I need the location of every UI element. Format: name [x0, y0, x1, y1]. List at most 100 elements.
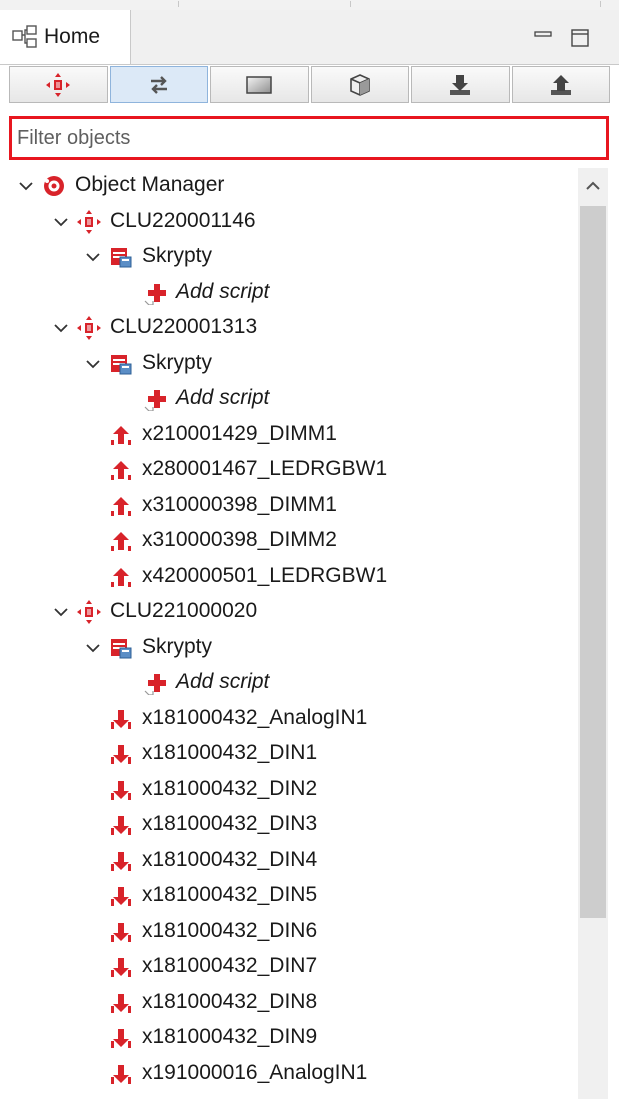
tree-row[interactable]: CLU220001313: [0, 310, 577, 346]
tree-row[interactable]: x310000398_DIMM1: [0, 488, 577, 524]
input-module-icon: [111, 1029, 131, 1048]
tree-item-label: Add script: [176, 670, 270, 693]
chevron-down-icon[interactable]: [53, 604, 69, 620]
top-strip-divider: [178, 1, 179, 7]
add-script-icon: [144, 674, 166, 695]
tree-row[interactable]: Add script: [0, 665, 577, 701]
scroll-up-arrow-icon[interactable]: [585, 180, 601, 192]
tree-row[interactable]: x181000432_DIN9: [0, 1020, 577, 1056]
tree-item-label: Skrypty: [142, 350, 213, 374]
tree-item-label: x181000432_DIN6: [142, 918, 318, 942]
chevron-down-icon[interactable]: [85, 640, 101, 656]
tree-row[interactable]: x181000432_DIN1: [0, 736, 577, 772]
clu-icon: [46, 72, 71, 97]
output-module-icon: [111, 567, 131, 587]
input-filter-button[interactable]: [411, 66, 510, 103]
tree-item-label: x181000432_DIN1: [142, 741, 318, 764]
tree-row[interactable]: x310000398_DIMM2: [0, 523, 577, 559]
tree-row[interactable]: Skrypty: [0, 239, 577, 275]
tree-item-label: Skrypty: [142, 634, 213, 658]
scripts-folder-icon: [111, 638, 132, 658]
chevron-down-icon[interactable]: [53, 214, 69, 230]
tree-row[interactable]: x181000432_DIN5: [0, 878, 577, 914]
tree-item-label: x191000016_AnalogIN1: [142, 1060, 368, 1084]
top-strip-divider: [350, 1, 351, 7]
tree-row[interactable]: x181000432_DIN4: [0, 843, 577, 879]
clu-icon: [77, 209, 101, 234]
tree-item-label: Add script: [176, 386, 270, 409]
tree-row[interactable]: x181000432_DIN2: [0, 772, 577, 808]
chevron-down-icon[interactable]: [85, 249, 101, 265]
transfer-filter-button[interactable]: [109, 66, 208, 103]
tree-row[interactable]: CLU220001146: [0, 204, 577, 240]
view-tab-bar: Home: [0, 10, 619, 65]
tree-row[interactable]: Add script: [0, 381, 577, 417]
tree-item-label: x181000432_AnalogIN1: [142, 705, 368, 729]
home-tree-icon: [12, 25, 37, 48]
output-module-icon: [111, 532, 131, 551]
tree-item-label: x310000398_DIMM1: [142, 492, 337, 516]
chevron-down-icon[interactable]: [85, 356, 101, 372]
output-module-icon: [111, 461, 131, 480]
input-module-icon: [111, 816, 131, 835]
tree-item-label: Object Manager: [75, 173, 225, 196]
upload-arrow-icon: [550, 74, 571, 95]
tree-row[interactable]: x181000432_DIN3: [0, 807, 577, 843]
input-module-icon: [111, 745, 131, 764]
cube-icon: [349, 73, 370, 96]
tree-row[interactable]: Add script: [0, 275, 577, 311]
module-filter-button[interactable]: [310, 66, 409, 103]
tree-row[interactable]: x181000432_DIN7: [0, 949, 577, 985]
tree-item-label: x181000432_DIN8: [142, 989, 318, 1013]
tree-item-label: x181000432_DIN5: [142, 883, 318, 906]
tree-row[interactable]: x280001467_LEDRGBW1: [0, 452, 577, 488]
scripts-folder-icon: [111, 248, 132, 268]
scrollbar-thumb[interactable]: [580, 206, 606, 918]
tree-item-label: CLU221000020: [110, 599, 258, 622]
chevron-down-icon[interactable]: [18, 178, 34, 194]
filter-objects-input[interactable]: [12, 122, 599, 154]
panel-icon: [246, 75, 272, 94]
tree-item-label: CLU220001313: [110, 315, 258, 338]
output-filter-button[interactable]: [511, 66, 610, 103]
tree-item-label: x181000432_DIN2: [142, 776, 318, 800]
clu-icon: [77, 600, 101, 624]
tree-row[interactable]: x181000432_DIN6: [0, 914, 577, 950]
tree-row[interactable]: x181000432_AnalogIN1: [0, 701, 577, 737]
output-module-icon: [111, 496, 131, 516]
tree-row[interactable]: Skrypty: [0, 346, 577, 382]
swap-arrows-icon: [150, 75, 167, 94]
tree-row[interactable]: x181000432_DIN8: [0, 985, 577, 1021]
input-module-icon: [111, 851, 131, 871]
tree-root-row[interactable]: Object Manager: [0, 168, 577, 204]
minimize-icon[interactable]: [532, 27, 554, 49]
clu-icon: [77, 316, 101, 340]
chevron-down-icon[interactable]: [53, 320, 69, 336]
object-tree: Object Manager CLU220001146 Skrypty Add scr…: [0, 168, 577, 1099]
maximize-icon[interactable]: [569, 27, 591, 49]
tree-item-label: x181000432_DIN3: [142, 812, 318, 835]
home-tab[interactable]: Home: [0, 10, 131, 64]
tree-row[interactable]: x191000016_AnalogIN1: [0, 1056, 577, 1092]
scripts-folder-icon: [111, 354, 132, 374]
input-module-icon: [111, 993, 131, 1013]
clu-filter-button[interactable]: [9, 66, 108, 103]
add-script-icon: [144, 390, 166, 411]
tree-row[interactable]: CLU221000020: [0, 594, 577, 630]
tree-scrollbar[interactable]: [578, 168, 608, 1099]
top-strip-divider: [600, 1, 601, 7]
tree-row[interactable]: x420000501_LEDRGBW1: [0, 559, 577, 595]
tree-item-label: x420000501_LEDRGBW1: [142, 563, 388, 587]
input-module-icon: [111, 887, 131, 906]
add-script-icon: [144, 283, 166, 305]
home-tab-label: Home: [44, 25, 101, 48]
tree-row[interactable]: x210001429_DIMM1: [0, 417, 577, 453]
object-type-toolbar: [9, 66, 610, 105]
tree-item-label: x181000432_DIN4: [142, 847, 318, 871]
input-module-icon: [111, 1064, 131, 1084]
input-module-icon: [111, 780, 131, 800]
tree-row[interactable]: Skrypty: [0, 630, 577, 666]
panel-filter-button[interactable]: [210, 66, 309, 103]
tree-item-label: x310000398_DIMM2: [142, 528, 337, 551]
download-arrow-icon: [450, 74, 471, 95]
